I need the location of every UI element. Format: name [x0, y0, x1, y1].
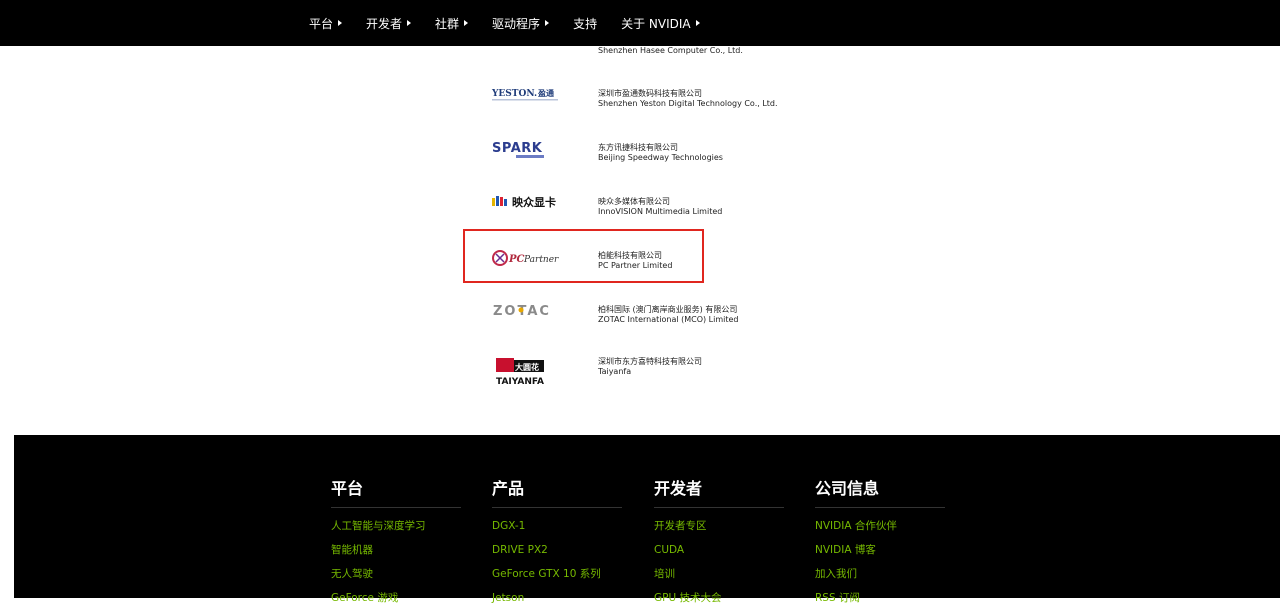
list-item: YESTON. 盈通 深圳市盈通数码科技有限公司 Shenzhen Yeston… — [0, 74, 1280, 128]
top-nav: 平台 开发者 社群 驱动程序 支持 关于 NVIDIA — [0, 0, 1280, 46]
footer-link[interactable]: 人工智能与深度学习 — [331, 514, 461, 538]
partner-name-cn: 东方讯捷科技有限公司 — [598, 143, 678, 152]
list-item: ZOTAC 柏科国际 (澳门离岸商业服务) 有限公司 ZOTAC Interna… — [0, 290, 1280, 344]
partner-name-en: InnoVISION Multimedia Limited — [598, 207, 723, 216]
svg-text:TAIYANFA: TAIYANFA — [496, 377, 544, 387]
partner-name-cn: 柏科国际 (澳门离岸商业服务) 有限公司 — [598, 305, 738, 314]
footer-link[interactable]: DGX-1 — [492, 514, 622, 538]
footer-column-products: 产品 DGX-1 DRIVE PX2 GeForce GTX 10 系列 Jet… — [492, 475, 622, 610]
partner-name-cn: 深圳市东方喜特科技有限公司 — [598, 357, 702, 366]
yeston-logo: YESTON. 盈通 — [490, 74, 570, 114]
partner-name-cn: 深圳市盈通数码科技有限公司 — [598, 89, 702, 98]
footer-link[interactable]: DRIVE PX2 — [492, 538, 622, 562]
list-item: 映众显卡 映众多媒体有限公司 InnoVISION Multimedia Lim… — [0, 182, 1280, 236]
svg-text:YESTON.: YESTON. — [491, 89, 537, 99]
highlight-box — [463, 229, 704, 283]
footer-link[interactable]: GPU 技术大会 — [654, 586, 784, 610]
footer-link[interactable]: 培训 — [654, 562, 784, 586]
zotac-logo: ZOTAC — [490, 290, 570, 330]
footer-column-company: 公司信息 NVIDIA 合作伙伴 NVIDIA 博客 加入我们 RSS 订阅 — [815, 475, 945, 610]
innovision-logo: 映众显卡 — [490, 182, 570, 222]
partner-name-en: ZOTAC International (MCO) Limited — [598, 315, 739, 324]
footer-link[interactable]: GeForce GTX 10 系列 — [492, 562, 622, 586]
partner-partial-text: Shenzhen Hasee Computer Co., Ltd. — [598, 46, 743, 55]
partner-name-en: Taiyanfa — [598, 367, 632, 376]
footer-link[interactable]: RSS 订阅 — [815, 586, 945, 610]
svg-text:SPARK: SPARK — [492, 141, 543, 156]
footer-heading: 开发者 — [654, 475, 784, 508]
nav-item-developer[interactable]: 开发者 — [366, 15, 412, 32]
footer-link[interactable]: 加入我们 — [815, 562, 945, 586]
footer-column-developer: 开发者 开发者专区 CUDA 培训 GPU 技术大会 — [654, 475, 784, 610]
spark-logo: SPARK — [490, 128, 570, 168]
partner-name-en: Shenzhen Yeston Digital Technology Co., … — [598, 99, 778, 108]
taiyanfa-logo: 大圆花 TAIYANFA — [490, 356, 570, 396]
list-item: 大圆花 TAIYANFA 深圳市东方喜特科技有限公司 Taiyanfa — [0, 344, 1280, 398]
footer-heading: 产品 — [492, 475, 622, 508]
footer-link[interactable]: CUDA — [654, 538, 784, 562]
caret-right-icon — [407, 20, 412, 26]
footer-link[interactable]: NVIDIA 合作伙伴 — [815, 514, 945, 538]
footer-link[interactable]: 无人驾驶 — [331, 562, 461, 586]
partner-name-en: Beijing Speedway Technologies — [598, 153, 723, 162]
svg-text:大圆花: 大圆花 — [515, 362, 539, 372]
footer: 平台 人工智能与深度学习 智能机器 无人驾驶 GeForce 游戏 产品 DGX… — [14, 435, 1280, 604]
list-item: SPARK 东方讯捷科技有限公司 Beijing Speedway Techno… — [0, 128, 1280, 182]
footer-column-platform: 平台 人工智能与深度学习 智能机器 无人驾驶 GeForce 游戏 — [331, 475, 461, 610]
nav-item-support[interactable]: 支持 — [573, 15, 597, 32]
caret-right-icon — [464, 20, 469, 26]
nav-item-community[interactable]: 社群 — [435, 15, 469, 32]
footer-heading: 平台 — [331, 475, 461, 508]
partner-name-cn: 映众多媒体有限公司 — [598, 197, 670, 206]
svg-text:映众显卡: 映众显卡 — [512, 195, 556, 209]
footer-link[interactable]: 智能机器 — [331, 538, 461, 562]
caret-right-icon — [338, 20, 343, 26]
svg-text:盈通: 盈通 — [537, 88, 554, 98]
footer-link[interactable]: NVIDIA 博客 — [815, 538, 945, 562]
footer-link[interactable]: GeForce 游戏 — [331, 586, 461, 610]
nav-item-about[interactable]: 关于 NVIDIA — [621, 15, 700, 32]
nav-item-platform[interactable]: 平台 — [309, 15, 343, 32]
footer-heading: 公司信息 — [815, 475, 945, 508]
nav-item-drivers[interactable]: 驱动程序 — [492, 15, 550, 32]
caret-right-icon — [545, 20, 550, 26]
footer-link[interactable]: 开发者专区 — [654, 514, 784, 538]
footer-link[interactable]: Jetson — [492, 586, 622, 610]
caret-right-icon — [695, 20, 700, 26]
